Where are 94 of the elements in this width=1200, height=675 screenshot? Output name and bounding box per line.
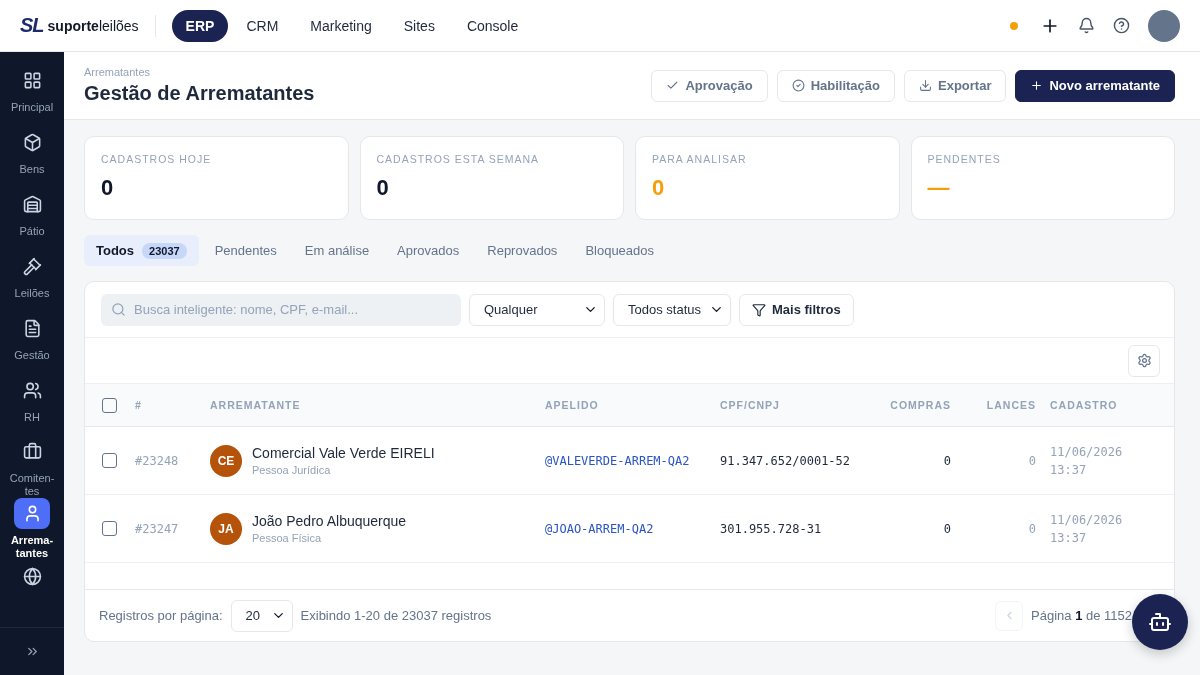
settings-icon xyxy=(1136,353,1152,368)
row-checkbox[interactable] xyxy=(102,521,117,536)
logo-mark: SL xyxy=(20,14,44,37)
filter-tab[interactable]: Reprovados xyxy=(475,235,570,266)
person-name: Comercial Vale Verde EIRELI xyxy=(252,445,435,461)
table-cell-text: 0 xyxy=(943,453,952,468)
records-summary: Exibindo 1-20 de 23037 registros xyxy=(300,608,492,623)
column-header: CADASTRO xyxy=(1050,399,1118,411)
users-icon xyxy=(22,380,42,400)
per-page-select[interactable]: 20 xyxy=(230,599,293,632)
nickname-link[interactable]: @JOAO-ARREM-QA2 xyxy=(545,521,654,536)
action-button[interactable]: Exportar xyxy=(904,69,1007,102)
stat-value: 0 xyxy=(101,175,115,201)
select-all-checkbox[interactable] xyxy=(102,397,117,413)
table-cell: #23247 xyxy=(135,521,179,536)
globe-icon xyxy=(22,566,42,586)
type-select[interactable]: Qualquer xyxy=(469,293,605,326)
nav-tab[interactable]: Console xyxy=(452,9,533,42)
time-text: 13:37 xyxy=(1050,530,1088,545)
sidebar-item[interactable]: Arrema-tantes xyxy=(6,498,58,560)
column-header: APELIDO xyxy=(545,399,599,411)
stat-label: CADASTROS HOJE xyxy=(101,153,213,165)
table-cell-text: 0 xyxy=(1028,453,1037,468)
table-cell: #23248 xyxy=(135,453,179,468)
nav-tab[interactable]: CRM xyxy=(232,9,293,42)
settings-button[interactable] xyxy=(1128,344,1160,377)
stat-label: PARA ANALISAR xyxy=(652,153,748,165)
per-page-label: Registros por página: xyxy=(99,608,223,623)
sidebar-item[interactable]: Pátio xyxy=(14,188,50,250)
document-icon xyxy=(22,318,42,338)
sidebar-item[interactable]: Bens xyxy=(14,126,50,188)
row-checkbox[interactable] xyxy=(102,453,117,468)
sidebar-item[interactable]: Principal xyxy=(10,64,54,126)
bell-icon[interactable] xyxy=(1078,17,1095,34)
action-button[interactable]: Aprovação xyxy=(651,69,768,102)
nav-tab[interactable]: Sites xyxy=(389,9,449,42)
building-icon xyxy=(22,194,42,214)
filter-tab[interactable]: Em análise xyxy=(292,235,382,266)
nickname-link[interactable]: @VALEVERDE-ARREM-QA2 xyxy=(545,453,690,468)
assistant-button[interactable] xyxy=(1132,594,1188,650)
filter-tab[interactable]: Todos 23037 xyxy=(84,235,199,266)
person-type: Pessoa Física xyxy=(252,532,323,544)
person-type: Pessoa Jurídica xyxy=(252,464,332,476)
table-cell: 301.955.728-31 xyxy=(720,521,822,536)
nav-tab[interactable]: Marketing xyxy=(296,9,386,42)
stat-value: 0 xyxy=(376,175,390,201)
initials-avatar: CE xyxy=(210,444,242,477)
nav-tab[interactable]: ERP xyxy=(171,9,229,42)
gavel-icon xyxy=(22,256,42,276)
filter-tab[interactable]: Pendentes xyxy=(202,235,289,266)
sidebar-item[interactable]: Leilões xyxy=(14,250,50,312)
table-cell-text: 0 xyxy=(943,521,952,536)
page-title: Gestão de Arrematantes xyxy=(84,82,315,105)
time-text: 13:37 xyxy=(1050,462,1088,477)
table-cell-text: 0 xyxy=(1028,521,1037,536)
stat-label: CADASTROS ESTA SEMANA xyxy=(376,153,541,165)
breadcrumb: Arrematantes xyxy=(84,66,152,78)
grid-icon xyxy=(22,70,42,90)
date-text: 11/06/2026 xyxy=(1050,512,1124,527)
column-header: # xyxy=(135,399,142,411)
filter-tab[interactable]: Bloqueados xyxy=(573,235,667,266)
sidebar-item[interactable]: Comiten-tes xyxy=(6,436,58,498)
initials-avatar: JA xyxy=(210,512,242,545)
stat-value: — xyxy=(927,175,951,201)
status-select[interactable]: Todos status xyxy=(613,293,731,326)
date-text: 11/06/2026 xyxy=(1050,444,1124,459)
check-icon xyxy=(666,79,680,92)
sidebar-item[interactable]: Gestão xyxy=(14,312,50,374)
stat-value: 0 xyxy=(652,175,666,201)
search-field[interactable]: Busca inteligente: nome, CPF, e-mail... xyxy=(101,293,461,326)
help-icon[interactable] xyxy=(1113,17,1130,34)
briefcase-icon xyxy=(22,441,42,461)
download-icon xyxy=(919,79,932,92)
action-button[interactable]: Novo arrematante xyxy=(1015,69,1175,102)
column-header: ARREMATANTE xyxy=(210,399,301,411)
robot-icon xyxy=(1148,610,1172,634)
column-header: CPF/CNPJ xyxy=(720,399,780,411)
plus-icon xyxy=(1030,79,1044,92)
cube-icon xyxy=(22,132,42,152)
filter-tab[interactable]: Aprovados xyxy=(385,235,472,266)
avatar[interactable] xyxy=(1148,9,1180,42)
table-cell: 91.347.652/0001-52 xyxy=(720,453,851,468)
page-indicator: Página 1 de 1152 xyxy=(1031,608,1132,623)
sidebar-item[interactable]: RH xyxy=(14,374,50,436)
check-circle-icon xyxy=(791,79,805,92)
column-header: LANCES xyxy=(986,399,1037,411)
logo-text: suporteleilões xyxy=(47,17,139,34)
filter-icon xyxy=(752,302,766,317)
column-header: COMPRAS xyxy=(890,399,952,411)
action-button[interactable]: Habilitação xyxy=(776,69,895,102)
person-name: João Pedro Albuquerque xyxy=(252,513,407,529)
stat-label: PENDENTES xyxy=(927,153,1002,165)
more-filters-button[interactable]: Mais filtros xyxy=(739,293,854,326)
count-badge: 23037 xyxy=(142,242,187,259)
